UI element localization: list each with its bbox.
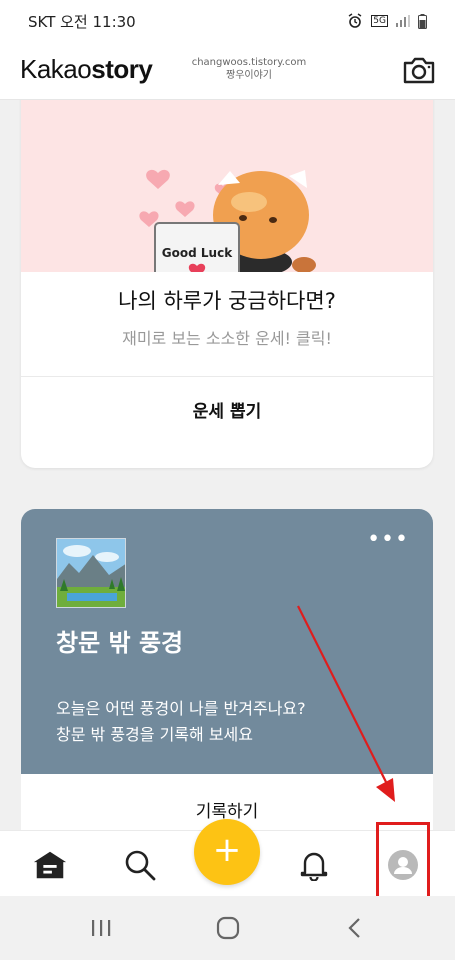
write-post-button[interactable]: + <box>194 819 260 885</box>
feed[interactable]: Good Luck 나의 하루가 궁금하다면? 재미로 보는 소소한 운세! 클… <box>0 100 455 830</box>
watermark-url: changwoos.tistory.com <box>191 57 307 68</box>
android-navigation-bar <box>0 896 455 960</box>
back-arrow-icon <box>348 918 360 938</box>
watermark-blog-name: 짱우이야기 <box>226 70 272 81</box>
scenery-card-title: 창문 밖 풍경 <box>56 629 184 657</box>
description-line-2: 창문 밖 풍경을 기록해 보세요 <box>56 725 253 744</box>
home-circle-icon <box>216 916 240 940</box>
app-header: Kakaostory changwoos.tistory.com 짱우이야기 <box>0 42 455 100</box>
heart-icon <box>175 201 195 217</box>
camera-icon[interactable] <box>401 52 437 88</box>
heart-icon <box>146 169 170 189</box>
watermark: changwoos.tistory.com 짱우이야기 <box>190 56 308 82</box>
search-tab[interactable] <box>122 847 158 883</box>
alarm-icon <box>348 13 362 28</box>
signal-icon <box>396 15 410 27</box>
home-tab[interactable] <box>32 847 68 883</box>
notifications-tab[interactable] <box>296 847 332 883</box>
kakaostory-logo[interactable]: Kakaostory <box>20 54 153 85</box>
fortune-draw-button[interactable]: 운세 뽑기 <box>21 377 433 447</box>
home-icon <box>33 851 67 879</box>
carrier-time: SKT 오전 11:30 <box>28 12 136 31</box>
scenery-card[interactable]: ••• 창문 밖 풍경 오늘은 어떤 풍경이 나를 반겨주나요? 창문 밖 풍경… <box>21 509 433 830</box>
logo-text-bold: story <box>91 54 153 84</box>
recent-apps-icon <box>92 920 111 936</box>
good-luck-caption: Good Luck <box>161 246 233 260</box>
fortune-card[interactable]: Good Luck 나의 하루가 궁금하다면? 재미로 보는 소소한 운세! 클… <box>21 100 433 468</box>
status-bar: SKT 오전 11:30 5G <box>0 0 455 42</box>
network-label: 5G <box>371 15 388 27</box>
bell-icon <box>300 852 328 881</box>
fortune-card-subtitle: 재미로 보는 소소한 운세! 클릭! <box>122 329 332 348</box>
recent-apps-button[interactable] <box>86 914 116 942</box>
scenery-thumbnail <box>56 538 126 608</box>
landscape-icon <box>57 539 125 607</box>
description-line-1: 오늘은 어떤 풍경이 나를 반겨주나요? <box>56 699 306 718</box>
fortune-card-title: 나의 하루가 궁금하다면? <box>118 289 336 313</box>
logo-text-light: Kakao <box>20 54 92 84</box>
back-button[interactable] <box>340 914 370 942</box>
battery-icon <box>418 13 427 29</box>
home-button[interactable] <box>213 914 243 942</box>
status-icons: 5G <box>347 13 427 29</box>
search-icon <box>125 850 156 881</box>
scenery-card-description: 오늘은 어떤 풍경이 나를 반겨주나요? 창문 밖 풍경을 기록해 보세요 <box>56 696 306 748</box>
fortune-card-image[interactable]: Good Luck <box>21 100 433 287</box>
profile-highlight-box <box>376 822 430 902</box>
more-options-button[interactable]: ••• <box>367 529 409 551</box>
